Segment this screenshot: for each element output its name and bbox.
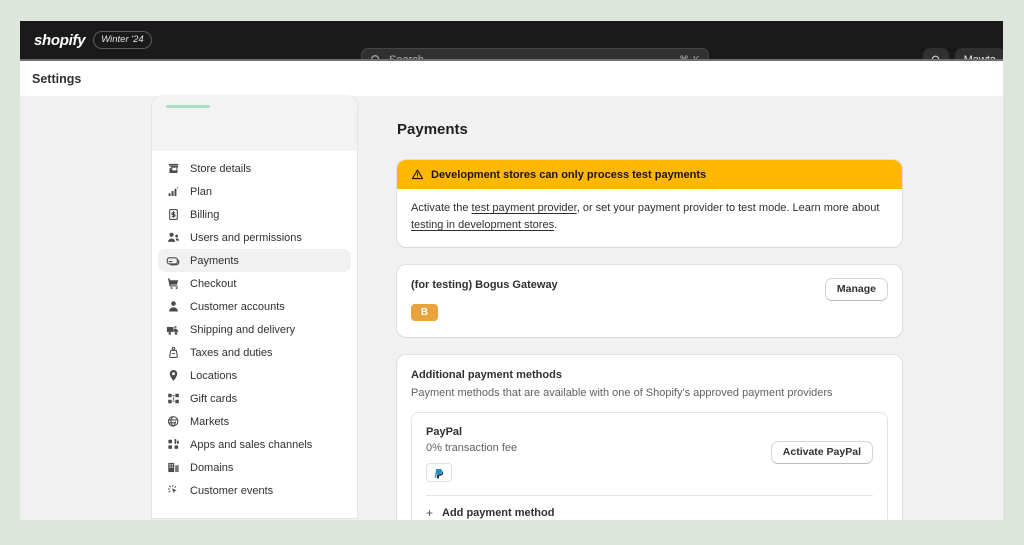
banner-text-3: . (554, 219, 558, 232)
sidebar-item-label: Customer events (190, 484, 274, 497)
sidebar-item-label: Store details (190, 162, 252, 175)
sidebar-item-label: Billing (190, 208, 220, 221)
shopping-cart-icon (166, 277, 180, 291)
sidebar-item-gift-cards[interactable]: Gift cards (158, 387, 351, 410)
sidebar-item-label: Locations (190, 369, 238, 382)
add-payment-method-button[interactable]: + Add payment method (412, 496, 887, 520)
globe-icon (166, 415, 180, 429)
sidebar-item-customer-accounts[interactable]: Customer accounts (158, 295, 351, 318)
sidebar-item-plan[interactable]: Plan (158, 180, 351, 203)
test-payments-warning-banner: Development stores can only process test… (397, 160, 902, 248)
location-pin-icon (166, 369, 180, 383)
warning-triangle-icon (411, 168, 424, 181)
cursor-click-icon (166, 484, 180, 498)
sidebar-item-store-details[interactable]: Store details (158, 157, 351, 180)
add-payment-method-label: Add payment method (442, 507, 555, 520)
page-heading: Payments (397, 121, 468, 138)
receipt-icon (166, 208, 180, 222)
banner-body: Activate the test payment provider, or s… (397, 189, 902, 247)
test-payment-provider-link[interactable]: test payment provider (472, 202, 577, 214)
banner-title: Development stores can only process test… (431, 168, 707, 181)
truck-icon (166, 323, 180, 337)
payment-methods-list: PayPal 0% transaction fee Activate PayPa… (411, 412, 888, 520)
settings-nav-list: Store details Plan Billing Users and permis… (152, 151, 357, 502)
activate-paypal-button[interactable]: Activate PayPal (770, 441, 873, 465)
additional-payment-methods-subtitle: Payment methods that are available with … (411, 387, 833, 400)
loading-progress-bar (166, 105, 210, 108)
sidebar-item-label: Checkout (190, 277, 237, 290)
top-navigation-bar: shopify Winter '24 ⌘ K (20, 21, 1003, 72)
domains-icon (166, 461, 180, 475)
paypal-logo-tile (426, 463, 452, 483)
gateway-title: (for testing) Bogus Gateway (411, 279, 558, 292)
tax-weight-icon (166, 346, 180, 360)
brand-area[interactable]: shopify Winter '24 (30, 31, 152, 49)
list-item: PayPal 0% transaction fee Activate PayPa… (412, 413, 887, 495)
bogus-gateway-card: (for testing) Bogus Gateway B Manage (397, 265, 902, 338)
testing-in-development-stores-link[interactable]: testing in development stores (411, 219, 554, 231)
sidebar-item-label: Payments (190, 254, 239, 267)
store-icon (166, 162, 180, 176)
sidebar-item-locations[interactable]: Locations (158, 364, 351, 387)
settings-sidebar: Store details Plan Billing Users and permis… (152, 96, 357, 518)
credit-card-icon (166, 254, 180, 268)
season-badge: Winter '24 (93, 31, 152, 49)
chart-bar-icon (166, 185, 180, 199)
sidebar-item-markets[interactable]: Markets (158, 410, 351, 433)
sidebar-item-label: Apps and sales channels (190, 438, 313, 451)
paypal-logo-icon (432, 466, 446, 480)
bogus-gateway-badge: B (411, 304, 438, 322)
page-title: Settings (32, 71, 82, 86)
sidebar-item-domains[interactable]: Domains (158, 456, 351, 479)
sidebar-item-label: Gift cards (190, 392, 238, 405)
apps-grid-icon (166, 438, 180, 452)
method-name: PayPal (426, 426, 463, 439)
sidebar-store-header-skeleton (152, 96, 357, 151)
banner-text-1: Activate the (411, 202, 472, 214)
sidebar-item-customer-events[interactable]: Customer events (158, 479, 351, 502)
sidebar-item-label: Users and permissions (190, 231, 302, 244)
app-window: shopify Winter '24 ⌘ K (20, 21, 1003, 520)
plus-icon: + (426, 506, 434, 520)
person-icon (166, 300, 180, 314)
sidebar-item-payments[interactable]: Payments (158, 249, 351, 272)
sidebar-item-label: Domains (190, 461, 234, 474)
payments-main-content: Payments Development stores can only pro… (375, 96, 905, 520)
sidebar-item-shipping-and-delivery[interactable]: Shipping and delivery (158, 318, 351, 341)
sidebar-item-billing[interactable]: Billing (158, 203, 351, 226)
sidebar-item-label: Shipping and delivery (190, 323, 296, 336)
sidebar-item-apps-and-sales-channels[interactable]: Apps and sales channels (158, 433, 351, 456)
manage-button[interactable]: Manage (824, 278, 888, 302)
users-icon (166, 231, 180, 245)
sidebar-item-checkout[interactable]: Checkout (158, 272, 351, 295)
sidebar-item-label: Plan (190, 185, 213, 198)
gift-card-icon (166, 392, 180, 406)
banner-header: Development stores can only process test… (397, 160, 902, 189)
additional-payment-methods-card: Additional payment methods Payment metho… (397, 355, 902, 520)
banner-text-2: , or set your payment provider to test m… (576, 202, 880, 214)
sidebar-item-label: Markets (190, 415, 230, 428)
sidebar-item-users-and-permissions[interactable]: Users and permissions (158, 226, 351, 249)
sidebar-item-label: Taxes and duties (190, 346, 273, 359)
sidebar-item-taxes-and-duties[interactable]: Taxes and duties (158, 341, 351, 364)
settings-header-bar: Settings (20, 59, 1003, 96)
additional-payment-methods-title: Additional payment methods (411, 369, 562, 382)
sidebar-item-label: Customer accounts (190, 300, 285, 313)
settings-content-area: Store details Plan Billing Users and permis… (20, 96, 1003, 520)
shopify-logo: shopify (34, 31, 86, 49)
